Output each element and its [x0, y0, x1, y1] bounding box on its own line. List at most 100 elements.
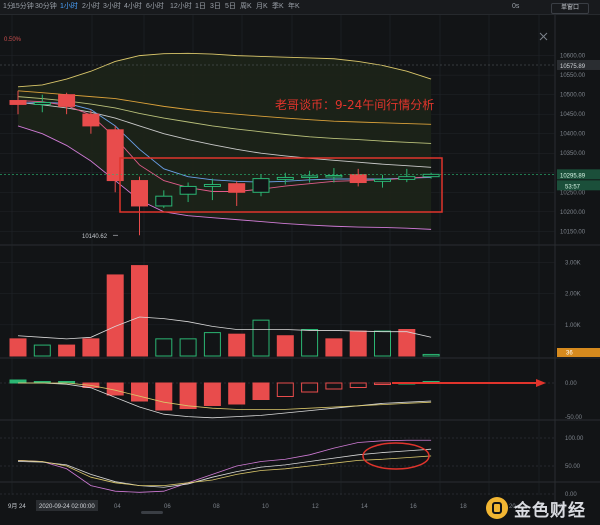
- macd-bar: [349, 382, 367, 388]
- time-label: 16: [410, 504, 417, 510]
- interval-item[interactable]: 1日: [195, 0, 206, 14]
- interval-item[interactable]: 年K: [288, 0, 300, 14]
- volume-bar: [9, 338, 27, 357]
- macd-bar: [9, 379, 27, 384]
- macd-bar: [325, 382, 343, 390]
- volume-badge-text: 36: [566, 351, 573, 357]
- interval-toolbar: 1分 15分钟 30分钟 1小时 2小时 3小时 4小时 6小时 12小时 1日…: [0, 0, 600, 15]
- price-tick: 10450.00: [560, 112, 586, 118]
- interval-item[interactable]: 3小时: [103, 0, 121, 14]
- price-badge-text: 10575.89: [560, 64, 586, 70]
- volume-ma: [17, 316, 432, 340]
- volume-tick: 1.00K: [565, 323, 581, 329]
- price-tick: 10200.00: [560, 210, 586, 216]
- candle-body: [301, 175, 319, 178]
- interval-item-active[interactable]: 1小时: [60, 0, 78, 14]
- candle-body: [106, 129, 124, 182]
- brand-logo: 金色财经: [486, 496, 586, 521]
- layout-button[interactable]: 单窗口: [551, 3, 589, 14]
- volume-bar: [155, 338, 173, 357]
- time-label: 14: [361, 504, 368, 510]
- scroll-handle[interactable]: [141, 511, 163, 514]
- macd-bar: [131, 382, 148, 402]
- price-tick: 10500.00: [560, 93, 586, 99]
- volume-bar: [203, 332, 221, 357]
- price-tick: 10600.00: [560, 54, 586, 60]
- price-badge-text: 10295.89: [560, 173, 586, 179]
- volume-tick: 2.00K: [565, 292, 581, 298]
- time-label: 04: [114, 504, 121, 510]
- macd-line: [18, 382, 432, 410]
- price-tick: 10550.00: [560, 73, 586, 79]
- volume-bar: [422, 353, 440, 357]
- interval-item[interactable]: 3日: [210, 0, 221, 14]
- interval-item[interactable]: 30分钟: [35, 0, 57, 14]
- interval-item[interactable]: 2小时: [82, 0, 100, 14]
- candle-body: [82, 113, 100, 127]
- kdj-tick: 100.00: [565, 436, 584, 442]
- interval-item[interactable]: 4小时: [124, 0, 142, 14]
- volume-bar: [58, 344, 76, 357]
- volume-bar: [228, 333, 246, 357]
- low-price-label: 10140.62: [82, 234, 108, 240]
- interval-item[interactable]: 15分钟: [12, 0, 34, 14]
- macd-bar: [203, 382, 221, 406]
- arrow-head: [536, 379, 546, 387]
- interval-item[interactable]: 周K: [240, 0, 252, 14]
- volume-bar: [276, 335, 294, 357]
- price-tick: 10150.00: [560, 229, 586, 235]
- macd-bar: [276, 382, 294, 397]
- band-fill: [18, 53, 432, 230]
- time-label: 08: [213, 504, 220, 510]
- price-tick: 10400.00: [560, 132, 586, 138]
- volume-badge: [557, 348, 600, 357]
- candle-body: [9, 100, 27, 105]
- macd-bar: [301, 382, 319, 393]
- interval-item[interactable]: 12小时: [170, 0, 192, 14]
- candle-body: [374, 178, 391, 182]
- kline-chart[interactable]: 10600.00 10550.00 10500.00 10450.00 10400.00…: [0, 15, 600, 525]
- price-tick: 10250.00: [560, 190, 586, 196]
- candle-body: [228, 183, 246, 193]
- highlight-circle: [362, 442, 430, 470]
- candle-body: [276, 176, 294, 180]
- macd-bar: [155, 382, 173, 411]
- volume-bar: [349, 330, 367, 357]
- candle-body: [131, 180, 148, 207]
- volume-tick: 3.00K: [565, 260, 581, 266]
- volume-bar: [131, 265, 148, 357]
- volume-bar: [106, 274, 124, 357]
- clock-readout: 0s: [512, 3, 520, 10]
- time-label: 18: [460, 504, 467, 510]
- price-badge-text: 53:57: [565, 184, 581, 190]
- time-cursor-label: 2020-09-24 02:00:00: [39, 504, 95, 510]
- volume-bar: [398, 329, 416, 357]
- candle-body: [33, 101, 51, 105]
- analysis-annotation: 老哥谈币：9-24午间行情分析: [275, 98, 435, 112]
- candle-body: [252, 178, 270, 193]
- interval-item[interactable]: 季K: [272, 0, 284, 14]
- volume-bar: [179, 338, 197, 357]
- candle-body: [155, 195, 173, 207]
- macd-tick: -50.00: [565, 415, 583, 421]
- volume-bar: [374, 330, 391, 357]
- interval-item[interactable]: 月K: [256, 0, 268, 14]
- interval-item[interactable]: 5日: [225, 0, 236, 14]
- volume-bar: [325, 338, 343, 357]
- macd-bar: [252, 382, 270, 400]
- candle-body: [422, 173, 440, 178]
- volume-bar: [301, 329, 319, 357]
- candle-body: [203, 183, 221, 187]
- interval-item[interactable]: 6小时: [146, 0, 164, 14]
- time-label: 06: [164, 504, 171, 510]
- time-label-date: 9月 24: [8, 503, 26, 510]
- brand-name: 金色财经: [514, 500, 586, 521]
- macd-bar: [228, 382, 246, 405]
- candle-body: [58, 94, 76, 107]
- volume-bar: [33, 344, 51, 357]
- candle-body: [325, 174, 343, 178]
- candle-body: [179, 185, 197, 195]
- macd-line: [18, 382, 432, 419]
- candle-body: [398, 176, 416, 180]
- candle-body: [349, 174, 367, 184]
